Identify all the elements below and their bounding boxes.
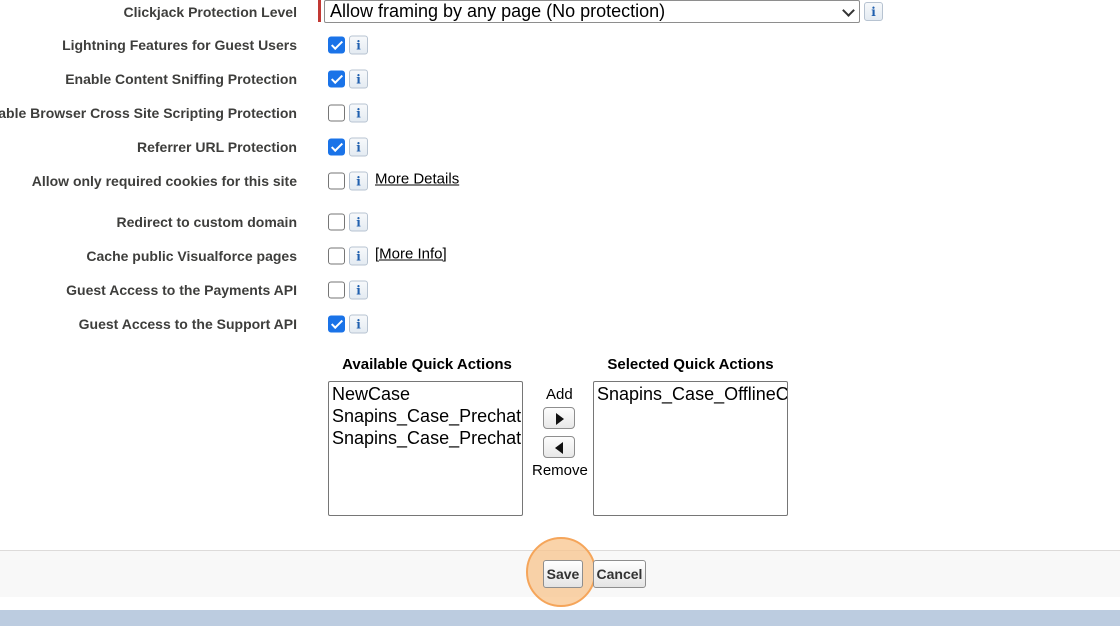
setting-label: Referrer URL Protection — [136, 139, 297, 155]
setting-label: Enable Content Sniffing Protection — [65, 71, 297, 87]
info-icon[interactable]: i — [349, 69, 368, 89]
setting-row-payments-api: Guest Access to the Payments API i — [0, 273, 1120, 307]
available-quick-actions-title: Available Quick Actions — [342, 356, 512, 373]
info-icon[interactable]: i — [349, 212, 368, 232]
info-icon[interactable]: i — [349, 280, 368, 300]
setting-row-cache-visualforce: Cache public Visualforce pages i [More I… — [0, 239, 1120, 273]
setting-label: Allow only required cookies for this sit… — [31, 173, 297, 189]
info-icon[interactable]: i — [349, 171, 368, 191]
setting-label: Lightning Features for Guest Users — [62, 37, 297, 53]
setting-row-referrer-url: Referrer URL Protection i — [0, 130, 1120, 164]
info-icon[interactable]: i — [349, 246, 368, 266]
clickjack-select[interactable]: Allow framing by any page (No protection… — [324, 0, 860, 23]
more-details-link[interactable]: More Details — [375, 171, 459, 188]
selected-quick-actions-title: Selected Quick Actions — [607, 356, 774, 373]
required-cookies-checkbox[interactable] — [328, 172, 345, 190]
setting-row-redirect-domain: Redirect to custom domain i — [0, 205, 1120, 239]
content-sniffing-checkbox[interactable] — [328, 70, 345, 88]
clickjack-label: Clickjack Protection Level — [123, 4, 297, 20]
clickjack-select-value: Allow framing by any page (No protection… — [330, 1, 666, 21]
list-item[interactable]: NewCase — [332, 383, 519, 405]
setting-row-content-sniffing: Enable Content Sniffing Protection i — [0, 62, 1120, 96]
setting-row-xss-protection: Enable Browser Cross Site Scripting Prot… — [0, 96, 1120, 130]
save-button[interactable]: Save — [543, 560, 583, 588]
bottom-band — [0, 610, 1120, 626]
arrow-right-icon — [556, 413, 564, 425]
info-icon[interactable]: i — [349, 35, 368, 55]
required-indicator — [318, 0, 321, 22]
xss-protection-checkbox[interactable] — [328, 104, 345, 122]
add-label: Add — [546, 386, 573, 403]
list-item[interactable]: Snapins_Case_PrechatC — [332, 405, 522, 427]
remove-button[interactable] — [543, 436, 575, 458]
clickjack-info-icon[interactable]: i — [864, 2, 883, 21]
list-item[interactable]: Snapins_Case_OfflineCa — [597, 383, 787, 405]
remove-label: Remove — [532, 462, 588, 479]
selected-quick-actions-list[interactable]: Snapins_Case_OfflineCa — [593, 381, 788, 516]
add-button[interactable] — [543, 407, 575, 429]
more-info-link[interactable]: [More Info] — [375, 246, 447, 263]
cache-visualforce-checkbox[interactable] — [328, 247, 345, 265]
lightning-guest-checkbox[interactable] — [328, 36, 345, 54]
info-icon[interactable]: i — [349, 103, 368, 123]
redirect-domain-checkbox[interactable] — [328, 213, 345, 231]
setting-label: Redirect to custom domain — [116, 214, 297, 230]
referrer-url-checkbox[interactable] — [328, 138, 345, 156]
arrow-left-icon — [555, 442, 563, 454]
support-api-checkbox[interactable] — [328, 315, 345, 333]
setting-label: Enable Browser Cross Site Scripting Prot… — [0, 105, 297, 121]
payments-api-checkbox[interactable] — [328, 281, 345, 299]
available-quick-actions-list[interactable]: NewCase Snapins_Case_PrechatC Snapins_Ca… — [328, 381, 523, 516]
setting-label: Cache public Visualforce pages — [86, 248, 297, 264]
setting-label: Guest Access to the Payments API — [66, 282, 297, 298]
info-icon[interactable]: i — [349, 137, 368, 157]
setting-row-required-cookies: Allow only required cookies for this sit… — [0, 164, 1120, 198]
list-item[interactable]: Snapins_Case_PrechatC — [332, 427, 522, 449]
setting-row-support-api: Guest Access to the Support API i — [0, 307, 1120, 341]
setting-row-lightning-guest: Lightning Features for Guest Users i — [0, 28, 1120, 62]
chevron-down-icon — [842, 4, 855, 17]
cancel-button[interactable]: Cancel — [593, 560, 646, 588]
info-icon[interactable]: i — [349, 314, 368, 334]
setting-label: Guest Access to the Support API — [78, 316, 297, 332]
